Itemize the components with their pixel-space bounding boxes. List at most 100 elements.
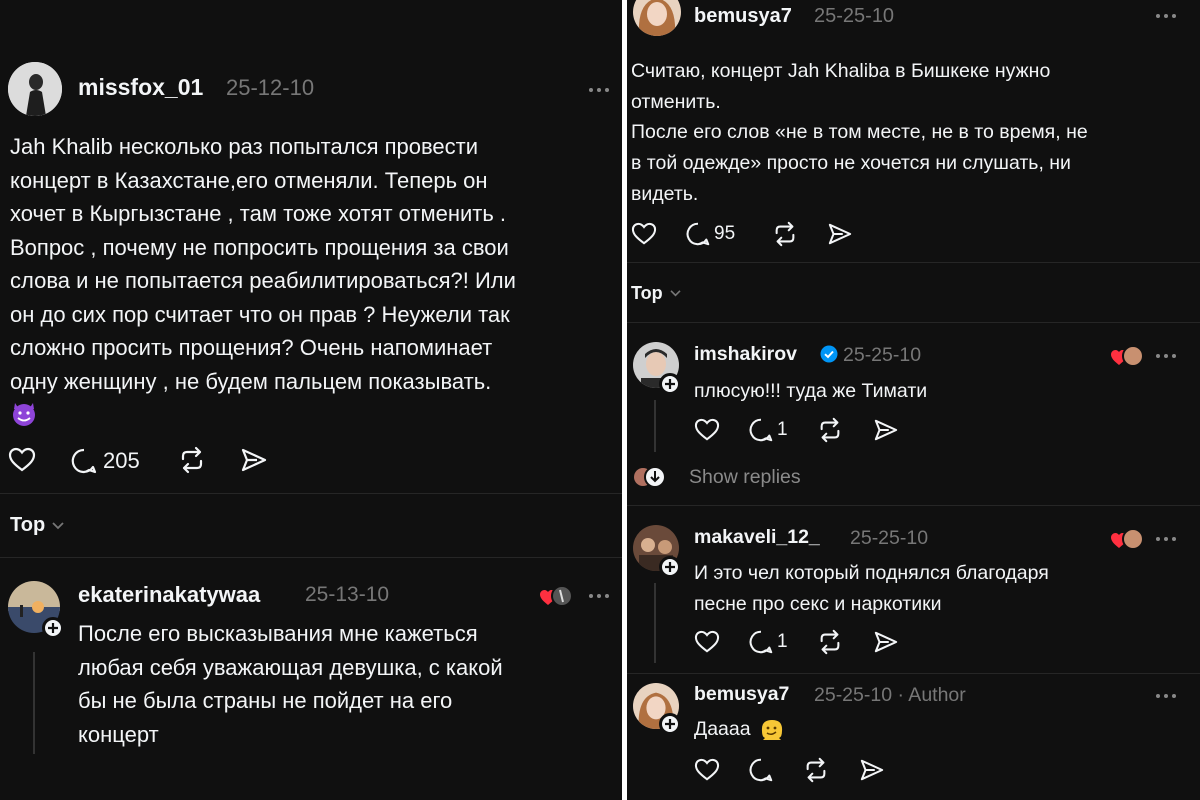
- divider: [627, 322, 1200, 323]
- post-body: Jah Khalib несколько раз попытался прове…: [10, 130, 620, 398]
- more-options-icon[interactable]: [586, 586, 612, 606]
- post-line: Вопрос , почему не попросить прощения за…: [10, 234, 509, 260]
- post-date: 25-25-10: [814, 5, 895, 27]
- post-username[interactable]: bemusya7: [694, 5, 792, 28]
- post-line: в той одежде» просто не хочется ни слуша…: [631, 152, 1071, 174]
- share-button[interactable]: [873, 418, 899, 442]
- author-liked-badge: [539, 584, 573, 608]
- chevron-down-icon: [670, 290, 681, 297]
- author-liked-badge: [1110, 344, 1144, 368]
- verified-badge-icon: [820, 345, 838, 363]
- reply-date: 25-25-10: [843, 344, 922, 366]
- like-button[interactable]: [694, 758, 720, 782]
- like-button[interactable]: [694, 418, 720, 442]
- repost-button[interactable]: [178, 446, 206, 474]
- reply-button[interactable]: [748, 757, 774, 783]
- repost-button[interactable]: [803, 757, 829, 783]
- reply-button[interactable]: 95: [685, 221, 735, 247]
- share-button[interactable]: [873, 630, 899, 654]
- bemusya-avatar[interactable]: [633, 0, 681, 36]
- post-line: концерт в Казахстане,его отменяли. Тепер…: [10, 167, 488, 193]
- author-liked-badge: [1110, 527, 1144, 551]
- missfox-avatar[interactable]: [8, 62, 62, 116]
- more-options-icon[interactable]: [586, 80, 612, 100]
- post-line: слова и не попытается реабилитироваться?…: [10, 268, 516, 293]
- post-line: одну женщину , не будем пальцем показыва…: [10, 368, 492, 394]
- post-line: сложно просить прощения? Очень напоминае…: [10, 335, 493, 360]
- reply-count: 1: [777, 419, 788, 440]
- melting-face-emoji-icon: [761, 720, 782, 740]
- divider: [627, 505, 1200, 506]
- post-line: хочет в Кыргызстане , там тоже хотят отм…: [10, 201, 507, 226]
- show-replies-label: Show replies: [689, 465, 801, 488]
- share-button[interactable]: [240, 447, 268, 473]
- post-line: Считаю, концерт Jah Khaliba в Бишкеке ну…: [631, 60, 1051, 82]
- sort-label: Top: [631, 283, 663, 303]
- reply-username[interactable]: imshakirov: [694, 343, 797, 366]
- reply-date: 25-13-10: [305, 583, 390, 606]
- more-options-icon[interactable]: [1153, 529, 1179, 549]
- follow-plus-icon[interactable]: [659, 713, 681, 735]
- divider: [627, 673, 1200, 674]
- repost-button[interactable]: [772, 221, 798, 247]
- post-username[interactable]: missfox_01: [78, 74, 203, 101]
- left-screenshot-panel: missfox_01 25-12-10 Jah Khalib несколько…: [0, 0, 622, 800]
- more-options-icon[interactable]: [1153, 6, 1179, 26]
- reply-count: 1: [777, 631, 788, 652]
- reply-body: Даааа: [694, 714, 785, 744]
- reply-username[interactable]: makaveli_12_: [694, 526, 820, 549]
- reply-line: И это чел который поднялся благодаря: [694, 562, 1049, 584]
- repost-button[interactable]: [817, 417, 843, 443]
- post-line: Jah Khalib несколько раз попытался прове…: [10, 134, 479, 159]
- post-date: 25-12-10: [226, 75, 315, 100]
- post-line: После его слов «не в том месте, не в то …: [631, 121, 1088, 143]
- replier-avatars-icon: [634, 466, 666, 488]
- show-replies-row[interactable]: Show replies: [633, 465, 801, 489]
- smiling-devil-emoji-icon: [10, 399, 38, 427]
- share-button[interactable]: [827, 222, 853, 246]
- like-button[interactable]: [694, 630, 720, 654]
- divider: [0, 493, 622, 494]
- reply-line: песне про секс и наркотики: [694, 593, 942, 615]
- follow-plus-icon[interactable]: [659, 556, 681, 578]
- reply-count: 205: [103, 448, 140, 473]
- sort-dropdown[interactable]: Top: [631, 283, 682, 304]
- more-options-icon[interactable]: [1153, 346, 1179, 366]
- follow-plus-icon[interactable]: [42, 617, 64, 639]
- reply-text: плюсую!!! туда же Тимати: [694, 380, 928, 402]
- reply-body: И это чел который поднялся благодаря пес…: [694, 558, 1174, 620]
- thread-line: [654, 583, 656, 663]
- sort-dropdown[interactable]: Top: [10, 514, 65, 537]
- reply-line: После его высказывания мне кажеться: [78, 621, 478, 646]
- post-body-paragraph-2: После его слов «не в том месте, не в то …: [631, 117, 1196, 210]
- reply-count: 95: [714, 223, 736, 244]
- share-button[interactable]: [859, 758, 885, 782]
- reply-button[interactable]: 1: [748, 417, 788, 443]
- reply-button[interactable]: 1: [748, 629, 788, 655]
- reply-body: После его высказывания мне кажеться люба…: [78, 617, 608, 751]
- post-line: он до сих пор считает что он прав ? Неуж…: [10, 301, 510, 327]
- reply-username[interactable]: bemusya7: [694, 683, 789, 706]
- right-screenshot-panel: bemusya7 25-25-10 Считаю, концерт Jah Kh…: [627, 0, 1200, 800]
- sort-label: Top: [10, 514, 46, 536]
- reply-date: 25-25-10: [850, 527, 929, 549]
- reply-date: 25-25-10 · Author: [814, 684, 966, 706]
- repost-button[interactable]: [817, 629, 843, 655]
- chevron-down-icon: [52, 521, 64, 529]
- reply-button[interactable]: 205: [70, 447, 140, 475]
- reply-line: бы не была страны не пойдет на его: [78, 688, 453, 713]
- like-button[interactable]: [8, 447, 36, 473]
- reply-line: концерт: [78, 721, 159, 747]
- thread-line: [33, 652, 35, 754]
- divider: [0, 557, 622, 558]
- divider: [627, 262, 1200, 263]
- thread-line: [654, 400, 656, 452]
- reply-line: любая себя уважающая девушка, с какой: [78, 654, 503, 680]
- follow-plus-icon[interactable]: [659, 373, 681, 395]
- reply-text: Даааа: [694, 718, 751, 740]
- more-options-icon[interactable]: [1153, 686, 1179, 706]
- reply-username[interactable]: ekaterinakatywaa: [78, 582, 260, 608]
- post-line: видеть.: [631, 183, 699, 205]
- like-button[interactable]: [631, 222, 657, 246]
- post-body: Считаю, концерт Jah Khaliba в Бишкеке ну…: [631, 56, 1196, 118]
